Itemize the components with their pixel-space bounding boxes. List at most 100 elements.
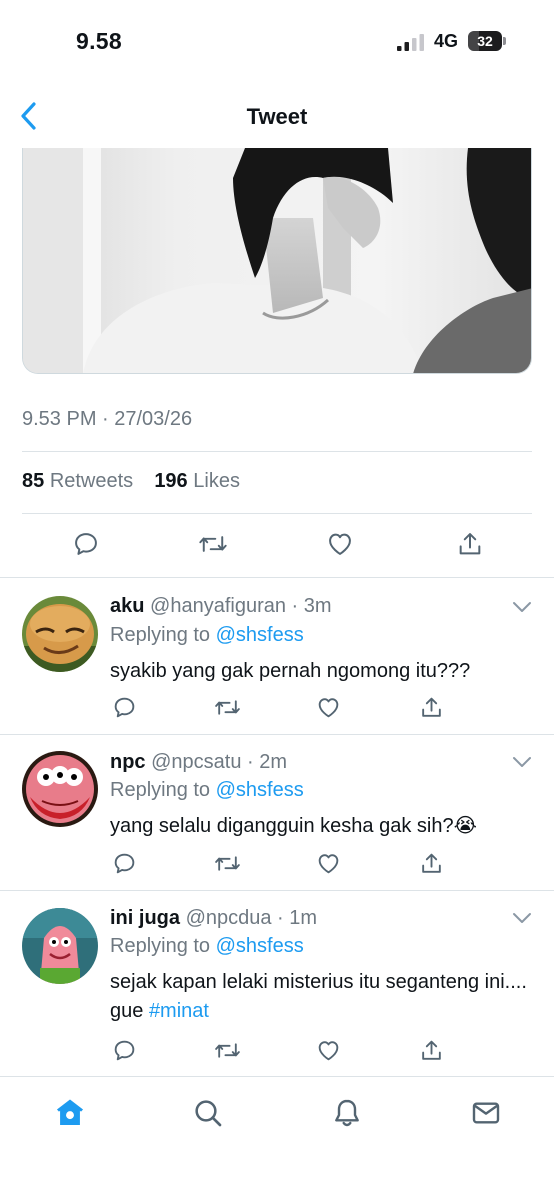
notifications-icon xyxy=(335,1099,359,1127)
tweet-actions xyxy=(0,522,554,572)
likes-stat[interactable]: 196 Likes xyxy=(154,470,240,492)
tab-home[interactable] xyxy=(50,1093,90,1133)
nav-bar: Tweet xyxy=(0,84,554,150)
reply-button[interactable] xyxy=(109,692,139,722)
reply-author-handle[interactable]: @hanyafiguran xyxy=(150,595,286,617)
replying-to: Replying to @shsfess xyxy=(110,935,304,958)
reply-author-name[interactable]: ini juga xyxy=(110,907,180,929)
status-bar: 9.58 4G 32 xyxy=(0,0,554,84)
search-icon xyxy=(195,1100,222,1127)
retweet-button[interactable] xyxy=(212,848,242,878)
replying-prefix: Replying to xyxy=(110,624,211,646)
replying-to: Replying to @shsfess xyxy=(110,624,304,647)
reply-item[interactable]: ini juga @npcdua · 1m Replying to @shsfe… xyxy=(0,891,554,1076)
reply-author-name[interactable]: npc xyxy=(110,751,146,773)
reply-header: ini juga @npcdua · 1m xyxy=(110,907,317,930)
reply-item[interactable]: npc @npcsatu · 2m Replying to @shsfess y… xyxy=(0,735,554,890)
like-button[interactable] xyxy=(320,524,360,564)
messages-icon xyxy=(472,1102,500,1124)
retweets-label: Retweets xyxy=(49,470,134,492)
divider xyxy=(22,513,532,514)
replying-to-mention[interactable]: @shsfess xyxy=(216,624,304,646)
like-button[interactable] xyxy=(313,692,343,722)
like-button[interactable] xyxy=(313,848,343,878)
like-icon xyxy=(318,697,338,717)
replying-prefix: Replying to xyxy=(110,935,211,957)
avatar[interactable] xyxy=(22,751,98,827)
reply-text: yang selalu digangguin kesha gak sih?😭 xyxy=(110,812,530,841)
reply-body: syakib yang gak pernah ngomong itu??? xyxy=(110,660,471,682)
reply-author-handle[interactable]: @npcdua xyxy=(186,907,272,929)
network-type: 4G xyxy=(434,31,459,51)
reply-actions xyxy=(0,1035,554,1069)
tab-search[interactable] xyxy=(188,1093,228,1133)
avatar[interactable] xyxy=(22,596,98,672)
reply-time: · 3m xyxy=(291,595,332,617)
retweet-icon xyxy=(214,855,240,871)
battery-icon: 32 xyxy=(468,31,506,51)
tweet-image[interactable] xyxy=(22,148,532,374)
share-button[interactable] xyxy=(450,524,490,564)
hashtag-link[interactable]: #minat xyxy=(149,1000,209,1022)
like-icon xyxy=(329,533,351,555)
reply-item[interactable]: aku @hanyafiguran · 3m Replying to @shsf… xyxy=(0,578,554,734)
reply-button[interactable] xyxy=(109,848,139,878)
reply-button[interactable] xyxy=(66,524,106,564)
reply-header: aku @hanyafiguran · 3m xyxy=(110,595,332,618)
tweet-stats: 85 Retweets 196 Likes xyxy=(22,470,240,493)
status-time: 9.58 xyxy=(76,28,122,54)
reply-time: · 1m xyxy=(277,907,318,929)
reply-time: · 2m xyxy=(247,751,288,773)
retweet-button[interactable] xyxy=(193,524,233,564)
retweet-icon xyxy=(214,699,240,715)
share-icon xyxy=(421,1040,441,1060)
reply-icon xyxy=(75,533,97,555)
retweet-icon xyxy=(199,536,227,552)
tweet-timestamp: 9.53 PM · 27/03/26 xyxy=(22,408,193,430)
reply-author-name[interactable]: aku xyxy=(110,595,144,617)
share-button[interactable] xyxy=(416,692,446,722)
share-button[interactable] xyxy=(416,1035,446,1065)
replying-to: Replying to @shsfess xyxy=(110,779,304,802)
battery-level: 32 xyxy=(477,33,493,49)
signal-strength-icon xyxy=(397,34,424,51)
reply-icon xyxy=(114,1040,134,1060)
reply-icon xyxy=(114,697,134,717)
tab-messages[interactable] xyxy=(466,1093,506,1133)
retweet-button[interactable] xyxy=(212,1035,242,1065)
home-icon xyxy=(56,1099,84,1126)
share-icon xyxy=(421,697,441,717)
retweets-count: 85 xyxy=(22,470,45,492)
tab-notifications[interactable] xyxy=(327,1093,367,1133)
likes-count: 196 xyxy=(154,470,188,492)
replying-to-mention[interactable]: @shsfess xyxy=(216,935,304,957)
replying-prefix: Replying to xyxy=(110,779,211,801)
replying-to-mention[interactable]: @shsfess xyxy=(216,779,304,801)
reply-body: yang selalu digangguin kesha gak sih?😭 xyxy=(110,815,477,837)
reply-author-handle[interactable]: @npcsatu xyxy=(151,751,241,773)
chevron-down-icon[interactable] xyxy=(511,911,533,925)
avatar[interactable] xyxy=(22,908,98,984)
chevron-down-icon[interactable] xyxy=(511,600,533,614)
reply-text: sejak kapan lelaki misterius itu segante… xyxy=(110,968,530,1026)
reply-header: npc @npcsatu · 2m xyxy=(110,751,287,774)
chevron-down-icon[interactable] xyxy=(511,755,533,769)
share-button[interactable] xyxy=(416,848,446,878)
share-icon xyxy=(459,533,481,555)
reply-actions xyxy=(0,692,554,726)
reply-button[interactable] xyxy=(109,1035,139,1065)
divider xyxy=(22,451,532,452)
likes-label: Likes xyxy=(193,470,240,492)
like-icon xyxy=(318,1040,338,1060)
retweet-icon xyxy=(214,1042,240,1058)
page-title: Tweet xyxy=(246,104,308,129)
like-icon xyxy=(318,853,338,873)
retweets-stat[interactable]: 85 Retweets xyxy=(22,470,139,492)
tab-bar xyxy=(0,1076,554,1200)
reply-text: syakib yang gak pernah ngomong itu??? xyxy=(110,657,530,686)
reply-actions xyxy=(0,848,554,882)
retweet-button[interactable] xyxy=(212,692,242,722)
like-button[interactable] xyxy=(313,1035,343,1065)
share-icon xyxy=(421,853,441,873)
reply-icon xyxy=(114,853,134,873)
